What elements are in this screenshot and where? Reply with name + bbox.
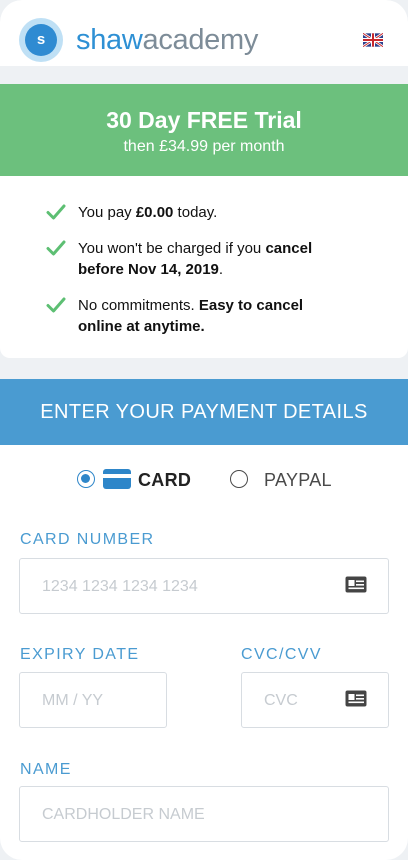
- benefits-list: You pay £0.00 today. You won't be charge…: [0, 176, 408, 358]
- card-number-placeholder: 1234 1234 1234 1234: [42, 578, 198, 595]
- cvc-label: CVC/CVV: [241, 646, 322, 663]
- expiry-date-field[interactable]: MM / YY: [19, 672, 167, 728]
- cvc-field[interactable]: CVC: [241, 672, 389, 728]
- benefit-text-part: today.: [173, 204, 218, 221]
- logo-letter: s: [25, 24, 57, 56]
- benefit-text-part: You pay: [78, 204, 136, 221]
- expiry-date-placeholder: MM / YY: [42, 692, 104, 709]
- id-card-icon: [345, 690, 367, 707]
- name-label: NAME: [20, 761, 72, 778]
- card-label: CARD: [138, 470, 192, 490]
- brand-name: shawacademy: [76, 22, 258, 58]
- payment-form: CARD PAYPAL CARD NUMBER 1234 1234 1234 1…: [0, 445, 408, 860]
- check-icon: [46, 297, 66, 313]
- benefit-text-part: You won't be charged if you: [78, 240, 266, 257]
- cardholder-name-field[interactable]: CARDHOLDER NAME: [19, 786, 389, 842]
- card-number-field[interactable]: 1234 1234 1234 1234: [19, 558, 389, 614]
- header: s shawacademy: [0, 0, 408, 66]
- benefit-text-bold: £0.00: [135, 204, 174, 221]
- payment-method-card[interactable]: CARD: [77, 469, 195, 491]
- check-icon: [46, 204, 66, 220]
- benefit-text: You won't be charged if you cancel befor…: [78, 238, 348, 280]
- shaw-academy-logo: s: [19, 18, 63, 62]
- benefit-text: No commitments. Easy to cancel online at…: [78, 295, 348, 337]
- benefit-text: You pay £0.00 today.: [78, 202, 348, 223]
- payment-method-paypal[interactable]: PAYPAL: [230, 469, 340, 491]
- cvc-placeholder: CVC: [264, 692, 298, 709]
- uk-flag-icon[interactable]: [363, 33, 383, 47]
- expiry-date-label: EXPIRY DATE: [20, 646, 140, 663]
- brand-name-part1: shaw: [76, 24, 143, 56]
- checkout-screen: s shawacademy 30 Day FREE Trial then £34…: [0, 0, 408, 860]
- check-icon: [46, 240, 66, 256]
- paypal-radio[interactable]: [230, 470, 248, 488]
- trial-subtitle: then £34.99 per month: [123, 138, 285, 155]
- brand-name-part2: academy: [142, 24, 259, 56]
- card-radio[interactable]: [77, 470, 95, 488]
- id-card-icon: [345, 576, 367, 593]
- paypal-label: PAYPAL: [264, 470, 332, 490]
- card-number-label: CARD NUMBER: [20, 531, 155, 548]
- cardholder-name-placeholder: CARDHOLDER NAME: [42, 806, 205, 823]
- credit-card-icon: [103, 469, 131, 489]
- payment-heading: ENTER YOUR PAYMENT DETAILS: [0, 379, 408, 445]
- benefit-text-part: .: [218, 261, 224, 278]
- trial-title: 30 Day FREE Trial: [106, 107, 302, 133]
- benefit-text-part: No commitments.: [78, 297, 199, 314]
- trial-banner: 30 Day FREE Trial then £34.99 per month: [0, 84, 408, 176]
